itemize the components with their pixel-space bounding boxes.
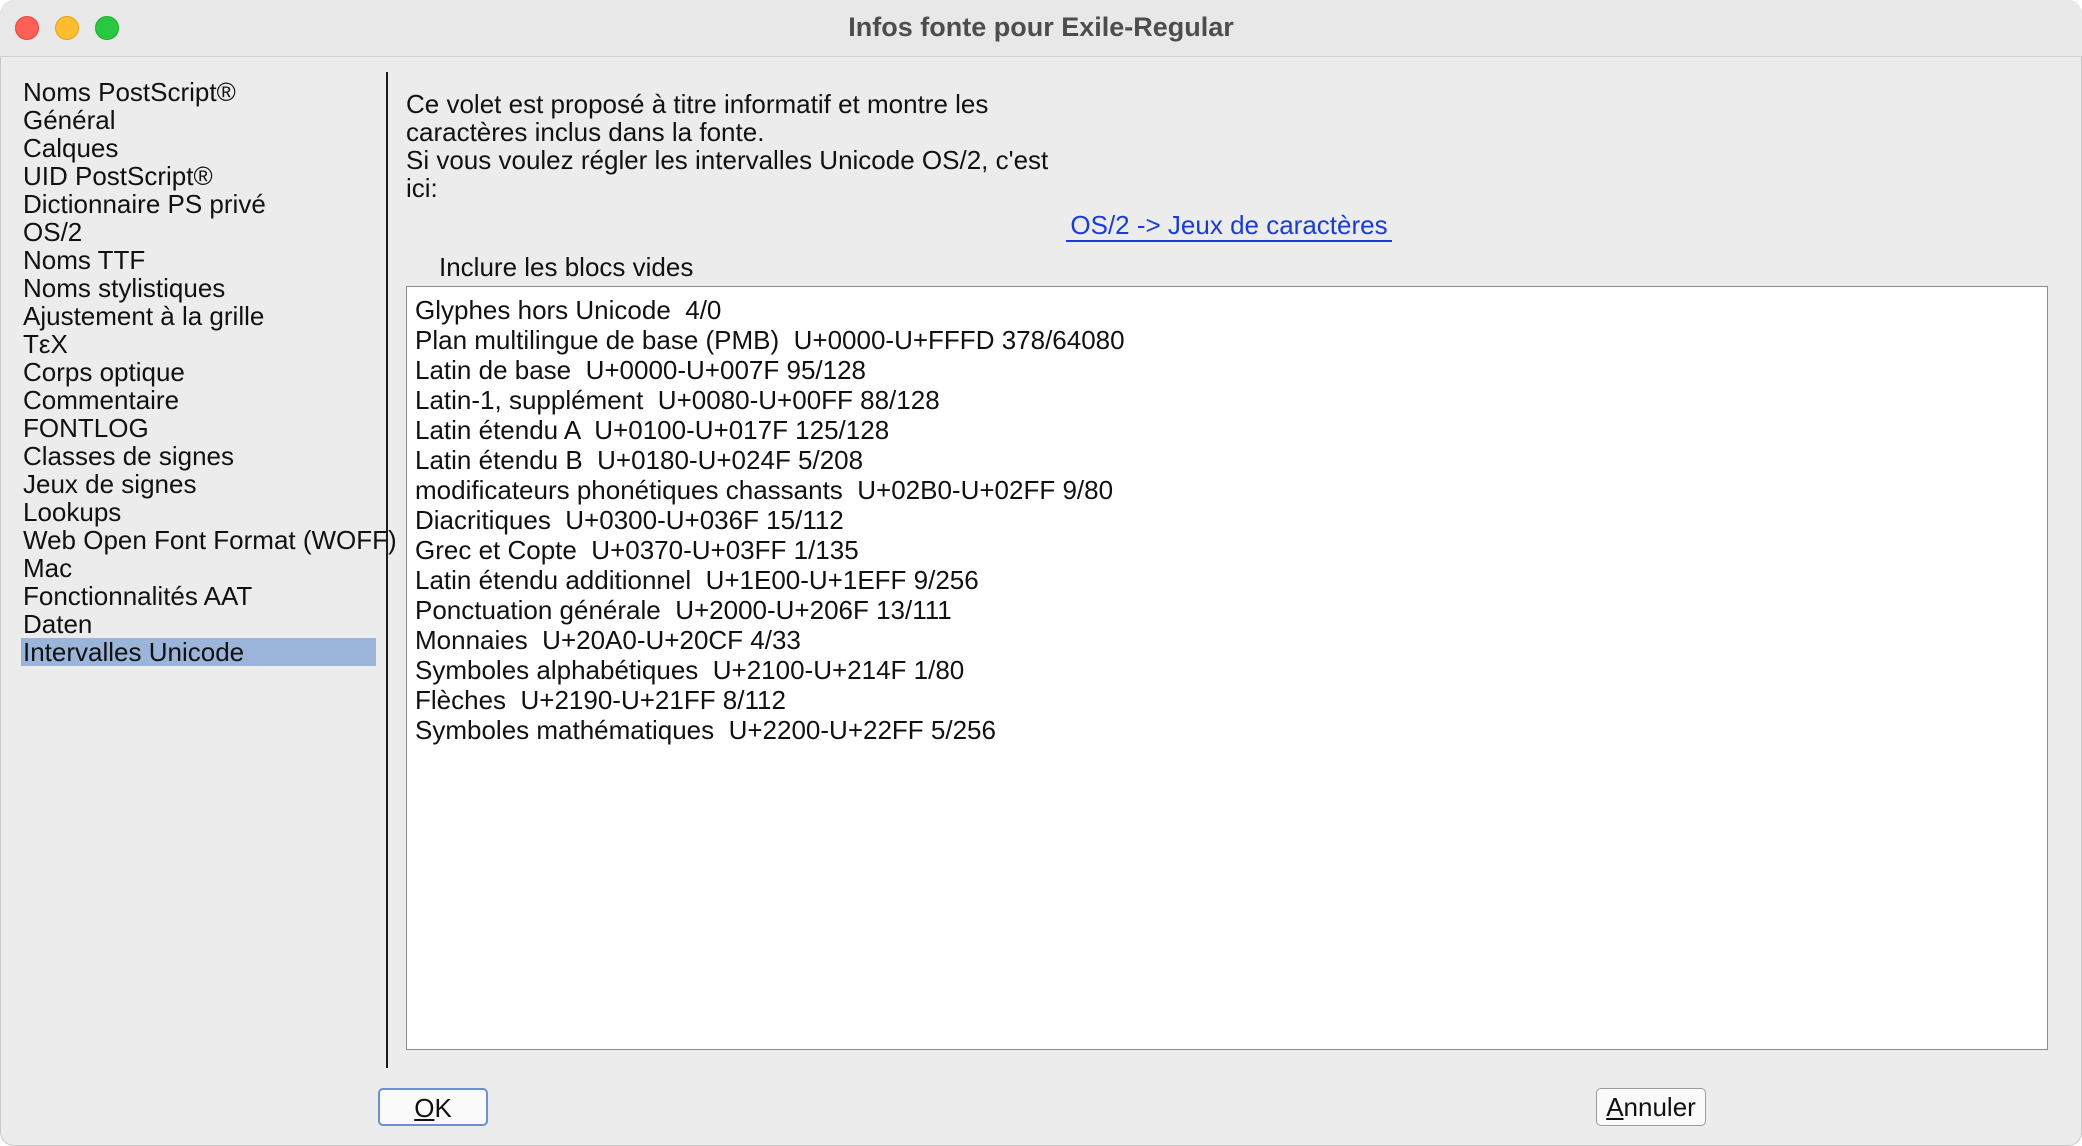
sidebar-item[interactable]: Web Open Font Format (WOFF) [21,526,397,554]
font-info-window: Infos fonte pour Exile-Regular Noms Post… [0,0,2082,1146]
sidebar-item[interactable]: Corps optique [21,358,376,386]
pane-divider [386,72,388,1068]
sidebar-item[interactable]: Fonctionnalités AAT [21,582,376,610]
sidebar-item[interactable]: Noms PostScript® [21,78,376,106]
sidebar-item[interactable]: Noms stylistiques [21,274,376,302]
info-line: ici: [406,173,438,203]
sidebar-nav: Noms PostScript® Général Calques UID PostSc… [21,78,397,666]
list-item[interactable]: Symboles mathématiques U+2200-U+22FF 5/2… [415,715,1125,745]
list-item[interactable]: Latin étendu A U+0100-U+017F 125/128 [415,415,1125,445]
sidebar-item[interactable]: Ajustement à la grille [21,302,376,330]
list-item[interactable]: Monnaies U+20A0-U+20CF 4/33 [415,625,1125,655]
list-item[interactable]: Latin-1, supplément U+0080-U+00FF 88/128 [415,385,1125,415]
sidebar-item[interactable]: Jeux de signes [21,470,376,498]
list-item[interactable]: Plan multilingue de base (PMB) U+0000-U+… [415,325,1125,355]
ok-label-rest: K [434,1093,452,1123]
list-item[interactable]: Ponctuation générale U+2000-U+206F 13/11… [415,595,1125,625]
sidebar-item[interactable]: Classes de signes [21,442,376,470]
os2-charsets-link[interactable]: OS/2 -> Jeux de caractères [1066,210,1392,242]
sidebar-item[interactable]: Mac [21,554,376,582]
title-bar[interactable]: Infos fonte pour Exile-Regular [0,0,2082,57]
info-line: Ce volet est proposé à titre informatif … [406,89,989,119]
window-title: Infos fonte pour Exile-Regular [848,12,1234,42]
sidebar-item[interactable]: Lookups [21,498,376,526]
sidebar-item[interactable]: Général [21,106,376,134]
sidebar-item[interactable]: TεX [21,330,376,358]
unicode-ranges-list[interactable]: Glyphes hors Unicode 4/0 Plan multilingue… [406,286,2048,1050]
list-item[interactable]: Flèches U+2190-U+21FF 8/112 [415,685,1125,715]
ok-button[interactable]: OK [378,1088,488,1126]
sidebar-item[interactable]: Calques [21,134,376,162]
list-item[interactable]: Grec et Copte U+0370-U+03FF 1/135 [415,535,1125,565]
list-item[interactable]: Diacritiques U+0300-U+036F 15/112 [415,505,1125,535]
cancel-label-rest: nnuler [1623,1092,1696,1122]
cancel-mnemonic: A [1606,1092,1624,1122]
sidebar-item[interactable]: Dictionnaire PS privé [21,190,376,218]
sidebar-item[interactable]: Commentaire [21,386,376,414]
info-line: caractères inclus dans la fonte. [406,117,765,147]
sidebar-item[interactable]: Noms TTF [21,246,376,274]
info-text: Ce volet est proposé à titre informatif … [406,89,1049,203]
list-item[interactable]: modificateurs phonétiques chassants U+02… [415,475,1125,505]
info-line: Si vous voulez régler les intervalles Un… [406,145,1049,175]
list-item[interactable]: Latin de base U+0000-U+007F 95/128 [415,355,1125,385]
sidebar-item[interactable]: Intervalles Unicode [21,638,376,666]
list-item[interactable]: Symboles alphabétiques U+2100-U+214F 1/8… [415,655,1125,685]
sidebar-item[interactable]: UID PostScript® [21,162,376,190]
ok-mnemonic: O [414,1093,435,1123]
cancel-button[interactable]: Annuler [1596,1088,1706,1126]
sidebar-item[interactable]: Daten [21,610,376,638]
include-empty-blocks-checkbox[interactable]: Inclure les blocs vides [439,252,693,282]
sidebar-item[interactable]: FONTLOG [21,414,376,442]
list-item[interactable]: Latin étendu additionnel U+1E00-U+1EFF 9… [415,565,1125,595]
list-item[interactable]: Glyphes hors Unicode 4/0 [415,295,1125,325]
list-item[interactable]: Latin étendu B U+0180-U+024F 5/208 [415,445,1125,475]
sidebar-item[interactable]: OS/2 [21,218,376,246]
